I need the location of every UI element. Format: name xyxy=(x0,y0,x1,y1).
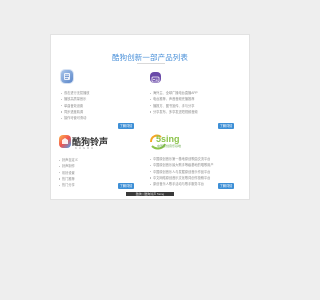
app-icon-blue-scroll xyxy=(61,70,73,83)
product-card-1: 双击进行无损播放 播放高质量音乐 单曲音效设置 同步进度精调 操作可使可滑动 xyxy=(61,70,143,121)
list-item: 分享发布、多享发送短视频音频 xyxy=(150,109,232,115)
product-card-2: 海外主、全球广播电台直播APP 电台推荐、声音音频完播推荐 播报方、图书宣传、手… xyxy=(150,72,232,115)
card-logo xyxy=(61,70,143,90)
5sing-name: 5sing xyxy=(156,134,180,144)
details-button-3[interactable]: 了解详情 xyxy=(118,183,134,189)
details-button-4[interactable]: 了解详情 xyxy=(218,183,234,189)
title-divider xyxy=(137,63,165,64)
page-title: 酷狗创新一部产品列表 xyxy=(112,53,188,62)
ringtone-subtitle: KUGOU xyxy=(75,146,96,150)
list-item: 操作可使可滑动 xyxy=(61,115,143,121)
product-card-3: 酷狗铃声 KUGOU 铃声自定义 铃声制作 彩铃设置 热门推荐 热门分享 xyxy=(59,135,141,188)
details-button-1[interactable]: 了解详情 xyxy=(118,123,134,129)
app-icon-purple-radio xyxy=(150,72,161,83)
card-logo xyxy=(150,72,232,92)
kugou-ringtone-logo xyxy=(59,135,71,148)
5sing-subtitle: 中国原创音乐基地 xyxy=(157,144,182,148)
card-features: 双击进行无损播放 播放高质量音乐 单曲音效设置 同步进度精调 操作可使可滑动 xyxy=(61,90,143,121)
card-logo: 酷狗铃声 KUGOU xyxy=(59,135,141,157)
details-button-2[interactable]: 了解详情 xyxy=(218,123,234,129)
product-card-4: 5sing 中国原创音乐基地 中国原创音乐第一基地原创歌曲交流平台 中国原创音乐… xyxy=(150,134,232,187)
card-logo: 5sing 中国原创音乐基地 xyxy=(150,134,232,156)
card-features: 海外主、全球广播电台直播APP 电台推荐、声音音频完播推荐 播报方、图书宣传、手… xyxy=(150,90,232,115)
footer-note: 酷狗 | 酷狗铃声 5sing xyxy=(126,192,174,196)
